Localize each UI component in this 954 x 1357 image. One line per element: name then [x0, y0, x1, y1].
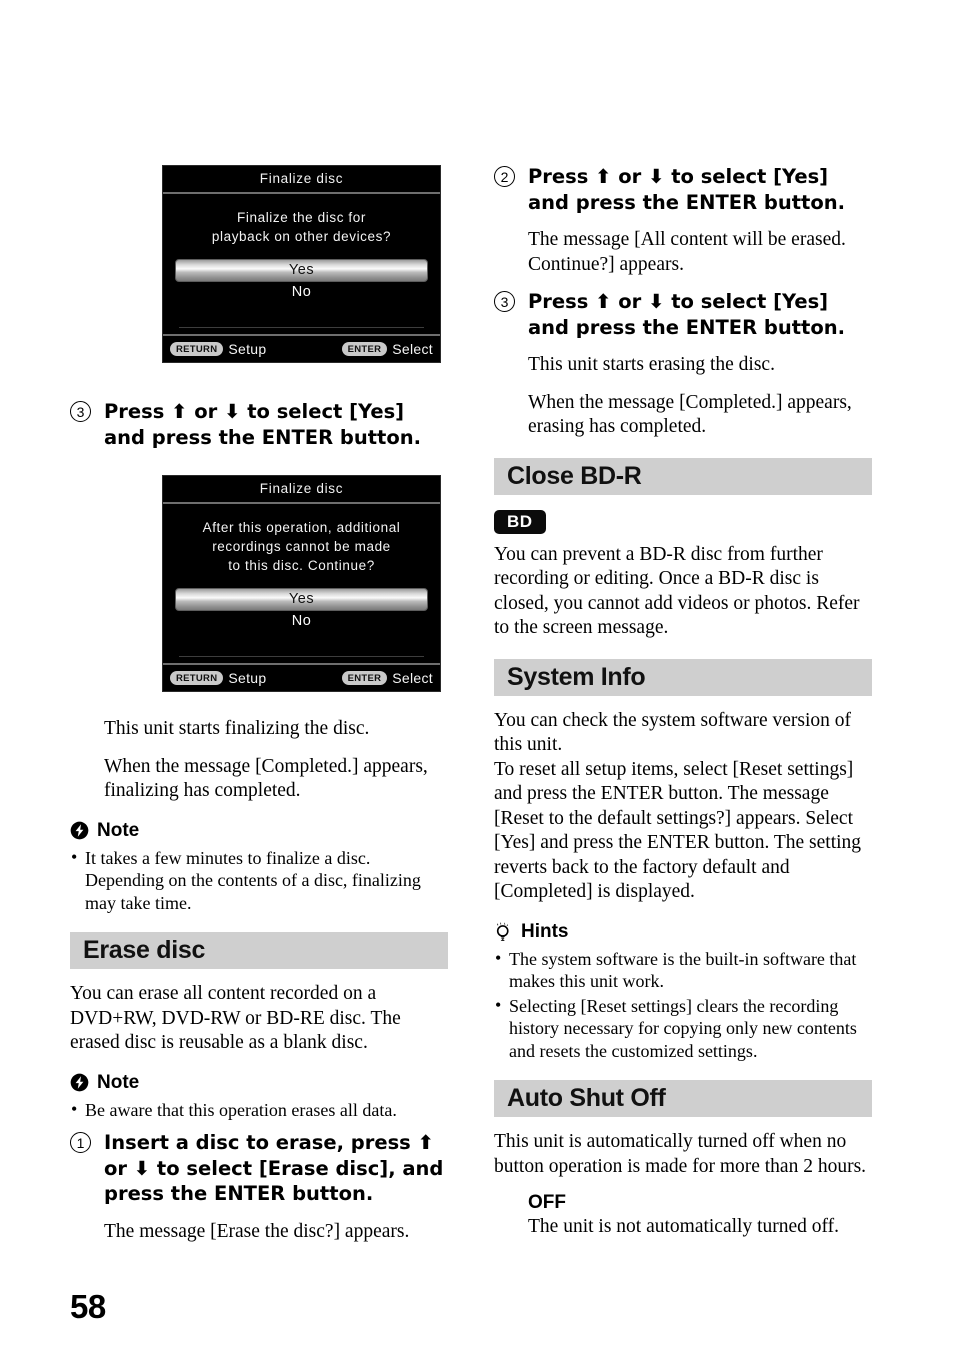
media-badge-bd: BD	[494, 509, 546, 534]
step-erase-2: 2 Press ⬆ or ⬇ to select [Yes] and press…	[494, 165, 872, 216]
close-bdr-body: You can prevent a BD-R disc from further…	[494, 543, 860, 639]
step-erase-2-result: The message [All content will be erased.…	[528, 229, 846, 275]
step-number: 3	[494, 291, 515, 312]
dialog-option-yes[interactable]: Yes	[175, 588, 428, 611]
step-number: 1	[70, 1132, 91, 1153]
dialog-message-line: playback on other devices?	[211, 229, 392, 244]
step-erase-3: 3 Press ⬆ or ⬇ to select [Yes] and press…	[494, 290, 872, 341]
step-number: 2	[494, 166, 515, 187]
step-erase-3-result-1: This unit starts erasing the disc.	[528, 354, 775, 375]
step-text: Press ⬆ or ⬇ to select [Yes] and press t…	[528, 165, 846, 214]
dialog-message-line: recordings cannot be made	[212, 539, 391, 554]
section-header-erase-disc: Erase disc	[70, 932, 448, 969]
hint-item: Selecting [Reset settings] clears the re…	[494, 994, 872, 1063]
dialog-footer-return-hint: RETURN Setup	[170, 341, 266, 357]
return-key-icon: RETURN	[170, 671, 224, 685]
finalize-result-line-1: This unit starts finalizing the disc.	[104, 718, 370, 739]
dialog-footer-enter-hint: ENTER Select	[341, 670, 433, 686]
right-column: 2 Press ⬆ or ⬇ to select [Yes] and press…	[494, 165, 872, 1253]
dialog-message: Finalize the disc for playback on other …	[173, 208, 430, 246]
note-heading-erase: Note	[70, 1072, 448, 1094]
step-number: 3	[70, 401, 91, 422]
note-list-erase: Be aware that this operation erases all …	[70, 1098, 448, 1122]
finalize-result-line-2: When the message [Completed.] appears, f…	[104, 755, 428, 802]
auto-shut-off-option-description: The unit is not automatically turned off…	[528, 1216, 840, 1237]
hints-heading-label: Hints	[521, 920, 569, 942]
note-heading-finalize: Note	[70, 820, 448, 842]
dialog-body: Finalize the disc for playback on other …	[163, 194, 440, 328]
dialog-title: Finalize disc	[163, 166, 440, 194]
tv-dialog-finalize-disc-confirm: Finalize disc Finalize the disc for play…	[162, 165, 441, 363]
step-text: Insert a disc to erase, press ⬆ or ⬇ to …	[104, 1131, 444, 1205]
note-heading-label: Note	[97, 1071, 140, 1093]
step-erase-3-result-2: When the message [Completed.] appears, e…	[528, 391, 852, 438]
enter-key-icon: ENTER	[341, 671, 388, 685]
enter-key-icon: ENTER	[341, 342, 388, 356]
step-text: Press ⬆ or ⬇ to select [Yes] and press t…	[104, 400, 422, 449]
section-header-auto-shut-off: Auto Shut Off	[494, 1080, 872, 1117]
dialog-message-line: After this operation, additional	[202, 520, 401, 535]
dialog-footer: RETURN Setup ENTER Select	[163, 334, 440, 362]
page-number: 58	[70, 1288, 106, 1325]
dialog-separator	[179, 309, 424, 328]
dialog-message-line: Finalize the disc for	[237, 210, 366, 225]
note-lightning-icon	[70, 1073, 89, 1092]
return-key-icon: RETURN	[170, 342, 224, 356]
note-heading-label: Note	[97, 819, 140, 841]
step-finalize-3: 3 Press ⬆ or ⬇ to select [Yes] and press…	[70, 400, 448, 451]
hints-list: The system software is the built-in soft…	[494, 947, 872, 1063]
dialog-footer-return-hint: RETURN Setup	[170, 670, 266, 686]
note-item: Be aware that this operation erases all …	[70, 1098, 448, 1122]
step-text: Press ⬆ or ⬇ to select [Yes] and press t…	[528, 290, 846, 339]
auto-shut-off-option-name: OFF	[528, 1192, 566, 1213]
note-list-finalize: It takes a few minutes to finalize a dis…	[70, 846, 448, 915]
system-info-body: You can check the system software versio…	[494, 709, 862, 903]
hint-item: The system software is the built-in soft…	[494, 947, 872, 993]
enter-key-label: Select	[392, 341, 433, 357]
section-header-system-info: System Info	[494, 658, 872, 696]
left-column: Finalize disc Finalize the disc for play…	[70, 165, 448, 1257]
dialog-message-line: to this disc. Continue?	[228, 558, 375, 573]
dialog-body: After this operation, additional recordi…	[163, 504, 440, 657]
return-key-label: Setup	[228, 341, 267, 357]
step-erase-1: 1 Insert a disc to erase, press ⬆ or ⬇ t…	[70, 1131, 448, 1208]
section-header-close-bdr: Close BD-R	[494, 457, 872, 495]
dialog-footer-enter-hint: ENTER Select	[341, 341, 433, 357]
dialog-separator	[179, 638, 424, 657]
hint-lightbulb-icon	[496, 921, 509, 941]
dialog-option-no[interactable]: No	[173, 611, 430, 632]
hints-heading: Hints	[494, 921, 872, 943]
return-key-label: Setup	[228, 670, 267, 686]
auto-shut-off-body: This unit is automatically turned off wh…	[494, 1131, 867, 1177]
manual-page: Finalize disc Finalize the disc for play…	[0, 0, 954, 1357]
step-erase-1-result: The message [Erase the disc?] appears.	[104, 1220, 410, 1242]
note-item: It takes a few minutes to finalize a dis…	[70, 846, 448, 915]
dialog-title: Finalize disc	[163, 476, 440, 504]
enter-key-label: Select	[392, 670, 433, 686]
dialog-footer: RETURN Setup ENTER Select	[163, 663, 440, 691]
dialog-option-yes[interactable]: Yes	[175, 259, 428, 282]
dialog-option-no[interactable]: No	[173, 282, 430, 303]
dialog-message: After this operation, additional recordi…	[173, 518, 430, 575]
tv-dialog-finalize-disc-warning: Finalize disc After this operation, addi…	[162, 475, 441, 692]
note-lightning-icon	[70, 821, 89, 840]
erase-disc-body: You can erase all content recorded on a …	[70, 983, 401, 1053]
